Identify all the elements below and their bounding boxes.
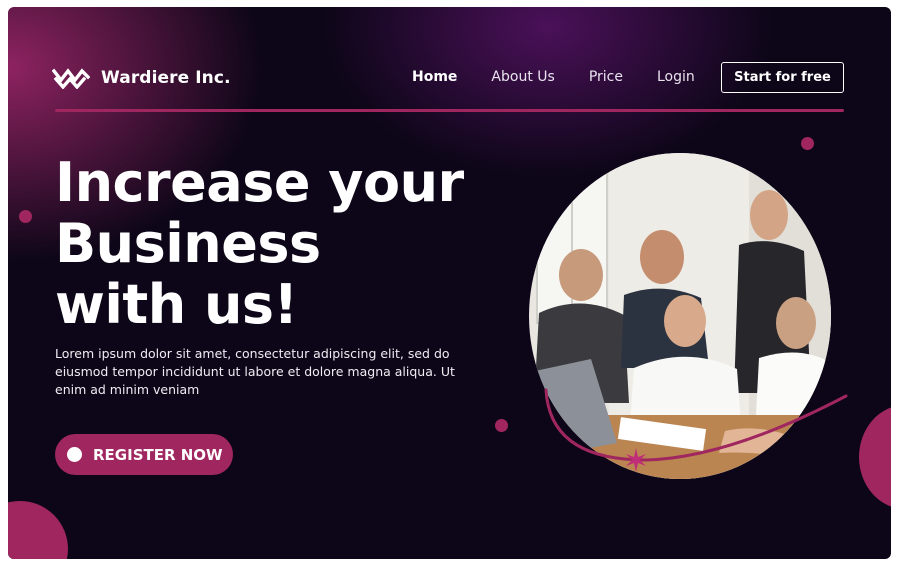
main-nav: Home About Us Price Login [412,69,695,85]
decor-arc [544,388,848,472]
double-wave-w-logo-icon [52,67,90,89]
hero-headline: Increase your Business with us! [55,152,525,335]
headline-line: with us! [55,273,298,336]
nav-item-about-us[interactable]: About Us [491,69,554,85]
decor-circle-bottom-left [8,501,68,559]
register-now-label: REGISTER NOW [93,445,223,464]
decor-dot [19,210,32,223]
headline-line: Business [55,212,321,275]
brand-name: Wardiere Inc. [101,68,231,88]
decor-dot [495,419,508,432]
nav-item-price[interactable]: Price [589,69,623,85]
register-now-button[interactable]: REGISTER NOW [55,434,233,475]
start-for-free-button[interactable]: Start for free [721,62,844,93]
header-divider [55,109,844,112]
headline-line: Increase your [55,151,464,214]
hero-description: Lorem ipsum dolor sit amet, consectetur … [55,346,455,397]
decor-dot [801,137,814,150]
button-dot-icon [67,447,82,462]
nav-item-home[interactable]: Home [412,69,457,85]
landing-page: Wardiere Inc. Home About Us Price Login … [8,7,891,559]
brand-logo[interactable]: Wardiere Inc. [52,67,231,89]
nav-item-login[interactable]: Login [657,69,695,85]
